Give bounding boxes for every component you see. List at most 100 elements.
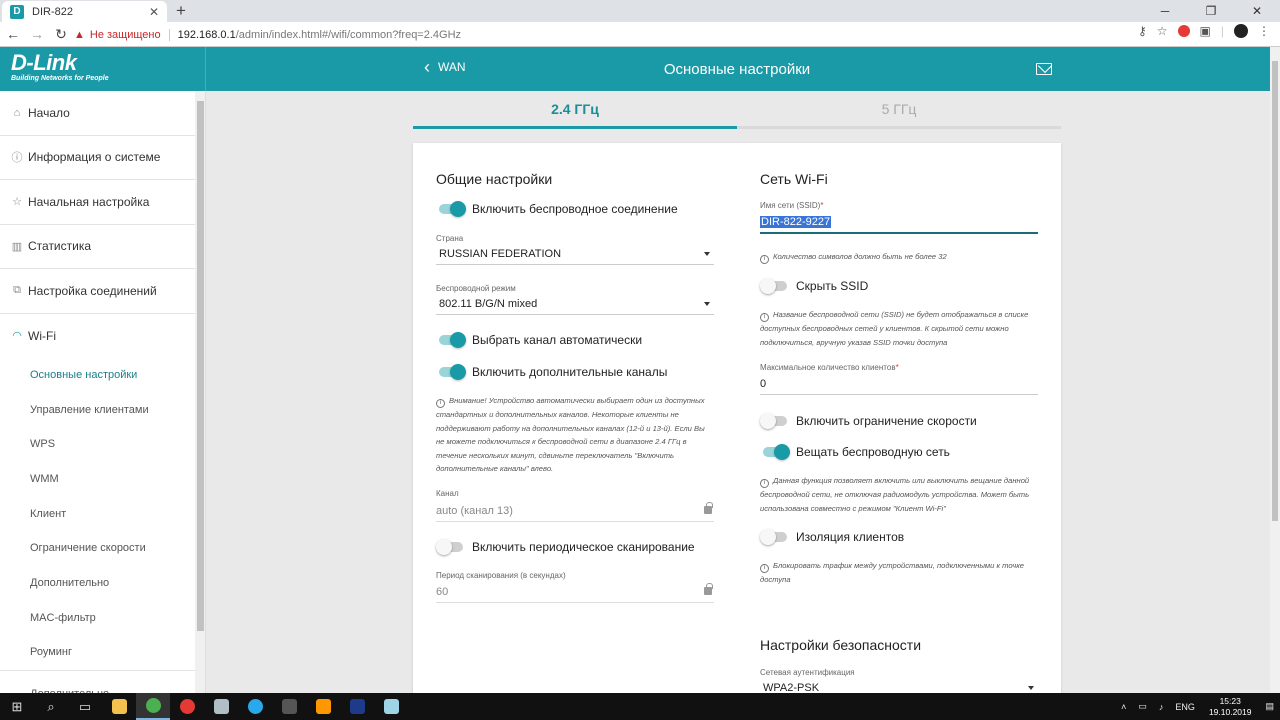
page-scroll-thumb[interactable] — [1272, 61, 1278, 521]
sidebar-subitem-rate-limit[interactable]: Ограничение скорости — [0, 531, 195, 566]
tray-up-icon[interactable]: ˄ — [1115, 702, 1132, 712]
toggle-switch-off[interactable] — [436, 539, 463, 555]
hide-ssid-toggle[interactable]: Скрыть SSID — [760, 278, 869, 294]
app3-icon[interactable] — [340, 693, 374, 720]
wifi-icon: ◠ — [12, 330, 22, 342]
ssid-input[interactable]: DIR-822-9227 — [760, 212, 1038, 234]
sidebar-subitem-client[interactable]: Клиент — [0, 496, 195, 531]
toggle-switch-on[interactable] — [439, 201, 466, 217]
enable-wireless-toggle[interactable]: Включить беспроводное соединение — [436, 201, 678, 217]
sidebar-subitem-advanced[interactable]: Дополнительно — [0, 566, 195, 601]
caret-down-icon — [1028, 686, 1034, 690]
back-arrow-icon[interactable]: ← — [2, 23, 24, 45]
max-clients-input[interactable]: 0 — [760, 373, 1038, 395]
opera-extension-icon[interactable] — [1177, 25, 1190, 37]
profile-avatar-icon[interactable] — [1234, 24, 1248, 38]
toggle-label: Изоляция клиентов — [796, 530, 905, 544]
country-select[interactable]: RUSSIAN FEDERATION — [436, 243, 714, 265]
sidebar-item-initial-setup[interactable]: ☆ Начальная настройка — [0, 180, 195, 225]
wireless-mode-select[interactable]: 802.11 B/G/N mixed — [436, 293, 714, 315]
calculator-icon[interactable] — [272, 693, 306, 720]
chart-icon: ▥ — [11, 240, 23, 253]
forward-arrow-icon[interactable]: → — [26, 23, 48, 45]
tab-5ghz[interactable]: 5 ГГц — [737, 91, 1061, 129]
sidebar-item-home[interactable]: ⌂ Начало — [0, 91, 195, 136]
isolation-toggle[interactable]: Изоляция клиентов — [760, 529, 905, 545]
country-label: Страна — [436, 234, 464, 243]
task-view-icon[interactable]: ▭ — [68, 693, 102, 720]
toggle-switch-on[interactable] — [763, 444, 790, 460]
broadcast-toggle[interactable]: Вещать беспроводную сеть — [760, 444, 950, 460]
tab-2-4ghz[interactable]: 2.4 ГГц — [413, 91, 737, 129]
page-title-text: Основные настройки — [663, 61, 811, 78]
info-icon: i — [436, 399, 445, 408]
reload-icon[interactable]: ↻ — [50, 23, 72, 45]
yandex-browser-icon[interactable] — [170, 693, 204, 720]
network-icon[interactable]: ▭ — [1132, 701, 1153, 712]
sidebar-subitem-mac-filter[interactable]: MAC-фильтр — [0, 600, 195, 635]
notifications-icon[interactable]: ▤ — [1259, 701, 1280, 712]
channel-field: auto (канал 13) — [436, 500, 714, 522]
toggle-switch-off[interactable] — [760, 278, 787, 294]
clock-date: 19.10.2019 — [1208, 706, 1252, 717]
rate-limit-toggle[interactable]: Включить ограничение скорости — [760, 413, 977, 429]
telegram-glyph — [247, 699, 263, 714]
bookmark-star-icon[interactable]: ☆ — [1157, 24, 1168, 38]
toggle-switch-on[interactable] — [439, 364, 466, 380]
sidebar-scrollbar[interactable] — [195, 91, 206, 693]
close-window-button[interactable]: ✕ — [1234, 0, 1280, 22]
ssid-value: DIR-822-9227 — [760, 216, 832, 228]
extra-channels-toggle[interactable]: Включить дополнительные каналы — [436, 364, 667, 380]
volume-icon[interactable]: ♪ — [1153, 702, 1170, 712]
close-tab-icon[interactable]: ✕ — [149, 5, 159, 19]
sidebar-item-connections[interactable]: ⧉ Настройка соединений — [0, 269, 195, 314]
browser-menu-icon[interactable]: ⋮ — [1258, 24, 1270, 38]
omnibox[interactable]: ▲ Не защищено 192.168.0.1/admin/index.ht… — [74, 25, 1134, 44]
auth-label: Сетевая аутентификация — [760, 668, 855, 677]
extension-icon[interactable]: ▣ — [1200, 24, 1211, 38]
sidebar-subitem-roaming[interactable]: Роуминг — [0, 635, 195, 670]
dlink-favicon-icon: D — [10, 4, 24, 19]
mail-icon[interactable] — [1036, 63, 1052, 75]
sidebar-subitem-wmm[interactable]: WMM — [0, 462, 195, 497]
toggle-switch-off[interactable] — [760, 413, 787, 429]
new-tab-button[interactable]: + — [172, 1, 190, 21]
telegram-icon[interactable] — [238, 693, 272, 720]
clock[interactable]: 15:23 19.10.2019 — [1201, 696, 1260, 718]
chrome-icon[interactable] — [136, 693, 170, 720]
sidebar-item-statistics[interactable]: ▥ Статистика — [0, 225, 195, 269]
caret-down-icon — [704, 252, 710, 256]
search-icon[interactable]: ⌕ — [34, 693, 68, 720]
app2-icon[interactable] — [306, 693, 340, 720]
toggle-label: Включить беспроводное соединение — [472, 202, 678, 216]
language-indicator[interactable]: ENG — [1169, 702, 1201, 712]
maximize-button[interactable]: ❐ — [1188, 0, 1234, 22]
periodic-scan-toggle[interactable]: Включить периодическое сканирование — [436, 539, 695, 555]
auto-channel-toggle[interactable]: Выбрать канал автоматически — [436, 332, 642, 348]
note-text: Название беспроводной сети (SSID) не буд… — [760, 310, 1029, 347]
page-scrollbar[interactable] — [1270, 47, 1280, 693]
sidebar-scroll-thumb[interactable] — [197, 101, 204, 631]
key-icon[interactable]: ⚷ — [1138, 24, 1147, 38]
sidebar-subitem-basic-settings[interactable]: Основные настройки — [0, 358, 195, 393]
ssid-label-text: Имя сети (SSID) — [760, 201, 821, 210]
channel-value: auto (канал 13) — [436, 504, 513, 517]
country-value: RUSSIAN FEDERATION — [439, 247, 562, 260]
sidebar-subitem-wps[interactable]: WPS — [0, 427, 195, 462]
general-settings-heading: Общие настройки — [436, 171, 553, 187]
app4-icon[interactable] — [374, 693, 408, 720]
file-explorer-icon[interactable] — [102, 693, 136, 720]
minimize-button[interactable]: ─ — [1142, 0, 1188, 22]
sidebar-subitem-client-management[interactable]: Управление клиентами — [0, 392, 195, 427]
not-secure-label: Не защищено — [89, 28, 161, 41]
toggle-switch-on[interactable] — [439, 332, 466, 348]
windows-start-icon[interactable]: ⊞ — [0, 693, 34, 720]
sidebar-item-system-info[interactable]: ⓘ Информация о системе — [0, 136, 195, 180]
lock-icon — [704, 583, 713, 595]
browser-tab[interactable]: D DIR-822 ✕ — [2, 1, 167, 22]
sidebar-item-advanced[interactable]: Дополнительно — [0, 669, 195, 693]
app-icon[interactable] — [204, 693, 238, 720]
toggle-switch-off[interactable] — [760, 529, 787, 545]
sidebar-item-wifi[interactable]: ◠ Wi-Fi — [0, 314, 195, 358]
toggle-label: Скрыть SSID — [796, 279, 869, 293]
